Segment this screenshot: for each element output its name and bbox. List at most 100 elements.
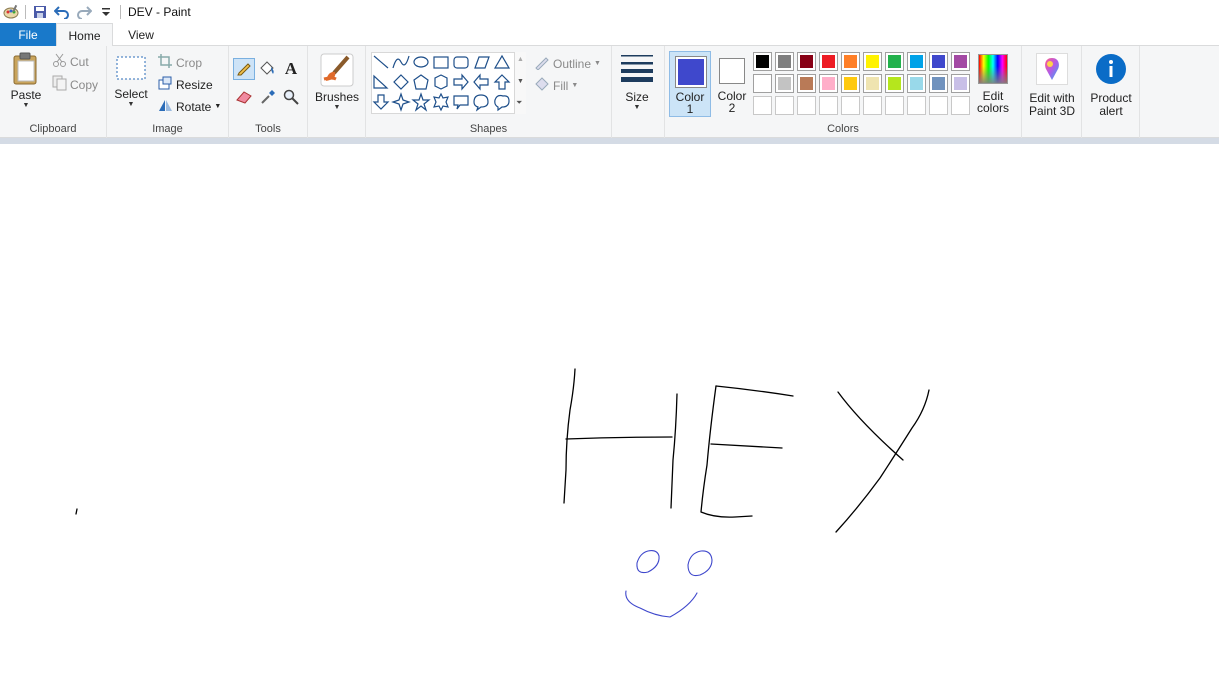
save-icon[interactable]	[32, 4, 48, 20]
letter-h-left-stroke	[563, 368, 576, 504]
tab-home[interactable]: Home	[56, 23, 113, 47]
outline-button[interactable]: Outline ▼	[534, 54, 601, 73]
color1-button[interactable]: Color 1	[669, 51, 711, 117]
custom-color-slot[interactable]	[885, 96, 904, 115]
eraser-tool[interactable]	[235, 89, 253, 107]
palette-swatch-color	[800, 55, 813, 68]
palette-swatch[interactable]	[907, 74, 926, 93]
info-icon	[1095, 53, 1127, 88]
palette-swatch[interactable]	[819, 52, 838, 71]
palette-swatch[interactable]	[753, 52, 772, 71]
eraser-icon	[235, 90, 253, 107]
cut-button[interactable]: Cut	[52, 52, 89, 71]
palette-swatch[interactable]	[775, 52, 794, 71]
palette-swatch[interactable]	[797, 52, 816, 71]
expand-gallery-icon[interactable]: ⏷	[516, 98, 522, 108]
resize-button[interactable]: Resize	[157, 75, 213, 94]
custom-color-slot[interactable]	[951, 96, 970, 115]
product-alert-button[interactable]: Product alert	[1084, 53, 1138, 118]
color1-swatch-frame	[675, 56, 707, 88]
palette-swatch[interactable]	[951, 52, 970, 71]
paint-app-icon[interactable]	[3, 4, 19, 20]
shapes-gallery-icons[interactable]	[371, 52, 526, 114]
tab-view[interactable]: View	[113, 23, 169, 46]
palette-swatch[interactable]	[841, 74, 860, 93]
custom-color-slot[interactable]	[775, 96, 794, 115]
fill-tool[interactable]	[258, 60, 276, 78]
eyedropper-icon	[260, 89, 276, 108]
paste-button[interactable]: Paste ▼	[6, 52, 46, 110]
palette-swatch-color	[778, 55, 791, 68]
outline-icon	[534, 54, 550, 73]
tab-file[interactable]: File	[0, 23, 56, 46]
palette-swatch[interactable]	[929, 74, 948, 93]
redo-icon[interactable]	[76, 4, 92, 20]
image-group: Select ▼ Crop Resize Rotate ▼ Image	[107, 46, 229, 138]
scroll-up-icon[interactable]: ▲	[517, 56, 524, 63]
colors-group-label: Colors	[827, 123, 859, 135]
palette-swatch[interactable]	[753, 74, 772, 93]
rotate-button[interactable]: Rotate ▼	[157, 97, 221, 116]
size-button[interactable]: Size ▼	[618, 54, 656, 112]
magnifier-icon	[283, 89, 299, 108]
palette-swatch-color	[910, 55, 923, 68]
shapes-group: ▲ ▼ ⏷ Outline ▼ Fill ▼ Shapes	[366, 46, 612, 138]
paint3d-icon	[1036, 53, 1068, 88]
line-width-icon	[621, 54, 653, 85]
custom-color-slot[interactable]	[907, 96, 926, 115]
tools-group-label: Tools	[255, 123, 281, 135]
palette-swatch[interactable]	[841, 52, 860, 71]
customize-toolbar-icon[interactable]	[98, 4, 114, 20]
palette-swatch-color	[866, 77, 879, 90]
palette-swatch[interactable]	[929, 52, 948, 71]
shapes-gallery-scrollbar[interactable]: ▲ ▼ ⏷	[514, 52, 526, 114]
color2-button[interactable]: Color 2	[713, 51, 749, 117]
palette-swatch[interactable]	[819, 74, 838, 93]
pencil-tool[interactable]	[233, 58, 255, 80]
size-group: Size ▼	[612, 46, 665, 138]
color2-number: 2	[728, 101, 736, 115]
undo-icon[interactable]	[54, 4, 70, 20]
ribbon: Paste ▼ Cut Copy Clipboard Select ▼ Crop…	[0, 46, 1219, 138]
palette-swatch-color	[866, 55, 879, 68]
palette-swatch[interactable]	[863, 52, 882, 71]
color2-swatch	[722, 61, 742, 81]
edit-colors-label-2: colors	[976, 101, 1009, 115]
select-button[interactable]: Select ▼	[113, 54, 149, 109]
edit-colors-button[interactable]: Edit colors	[975, 52, 1011, 118]
letter-y-left-arm	[837, 391, 904, 461]
image-group-label: Image	[152, 123, 183, 135]
palette-swatch[interactable]	[797, 74, 816, 93]
stray-mark	[75, 508, 78, 515]
paste-label: Paste	[10, 88, 42, 102]
custom-color-slot[interactable]	[929, 96, 948, 115]
custom-color-slot[interactable]	[753, 96, 772, 115]
copy-icon	[52, 75, 68, 94]
custom-color-slot[interactable]	[863, 96, 882, 115]
brushes-button[interactable]: Brushes ▼	[312, 53, 362, 112]
cut-label: Cut	[70, 54, 89, 69]
scroll-down-icon[interactable]: ▼	[517, 78, 524, 85]
palette-swatch[interactable]	[907, 52, 926, 71]
custom-color-slot[interactable]	[841, 96, 860, 115]
palette-swatch[interactable]	[885, 52, 904, 71]
text-tool[interactable]: A	[282, 59, 300, 78]
edit-with-paint3d-button[interactable]: Edit with Paint 3D	[1024, 53, 1080, 118]
palette-swatch-color	[932, 77, 945, 90]
custom-color-slot[interactable]	[797, 96, 816, 115]
fill-button[interactable]: Fill ▼	[534, 76, 578, 95]
color-picker-tool[interactable]	[259, 89, 277, 107]
chevron-down-icon: ▼	[571, 82, 579, 89]
magnifier-tool[interactable]	[282, 89, 300, 107]
paintbrush-icon	[320, 53, 354, 90]
palette-swatch[interactable]	[863, 74, 882, 93]
palette-swatch[interactable]	[951, 74, 970, 93]
palette-swatch[interactable]	[885, 74, 904, 93]
copy-button[interactable]: Copy	[52, 75, 98, 94]
palette-swatch-color	[844, 77, 857, 90]
palette-swatch[interactable]	[775, 74, 794, 93]
drawing-canvas[interactable]	[0, 144, 1219, 686]
size-label: Size	[625, 90, 649, 104]
crop-button[interactable]: Crop	[157, 53, 202, 72]
custom-color-slot[interactable]	[819, 96, 838, 115]
